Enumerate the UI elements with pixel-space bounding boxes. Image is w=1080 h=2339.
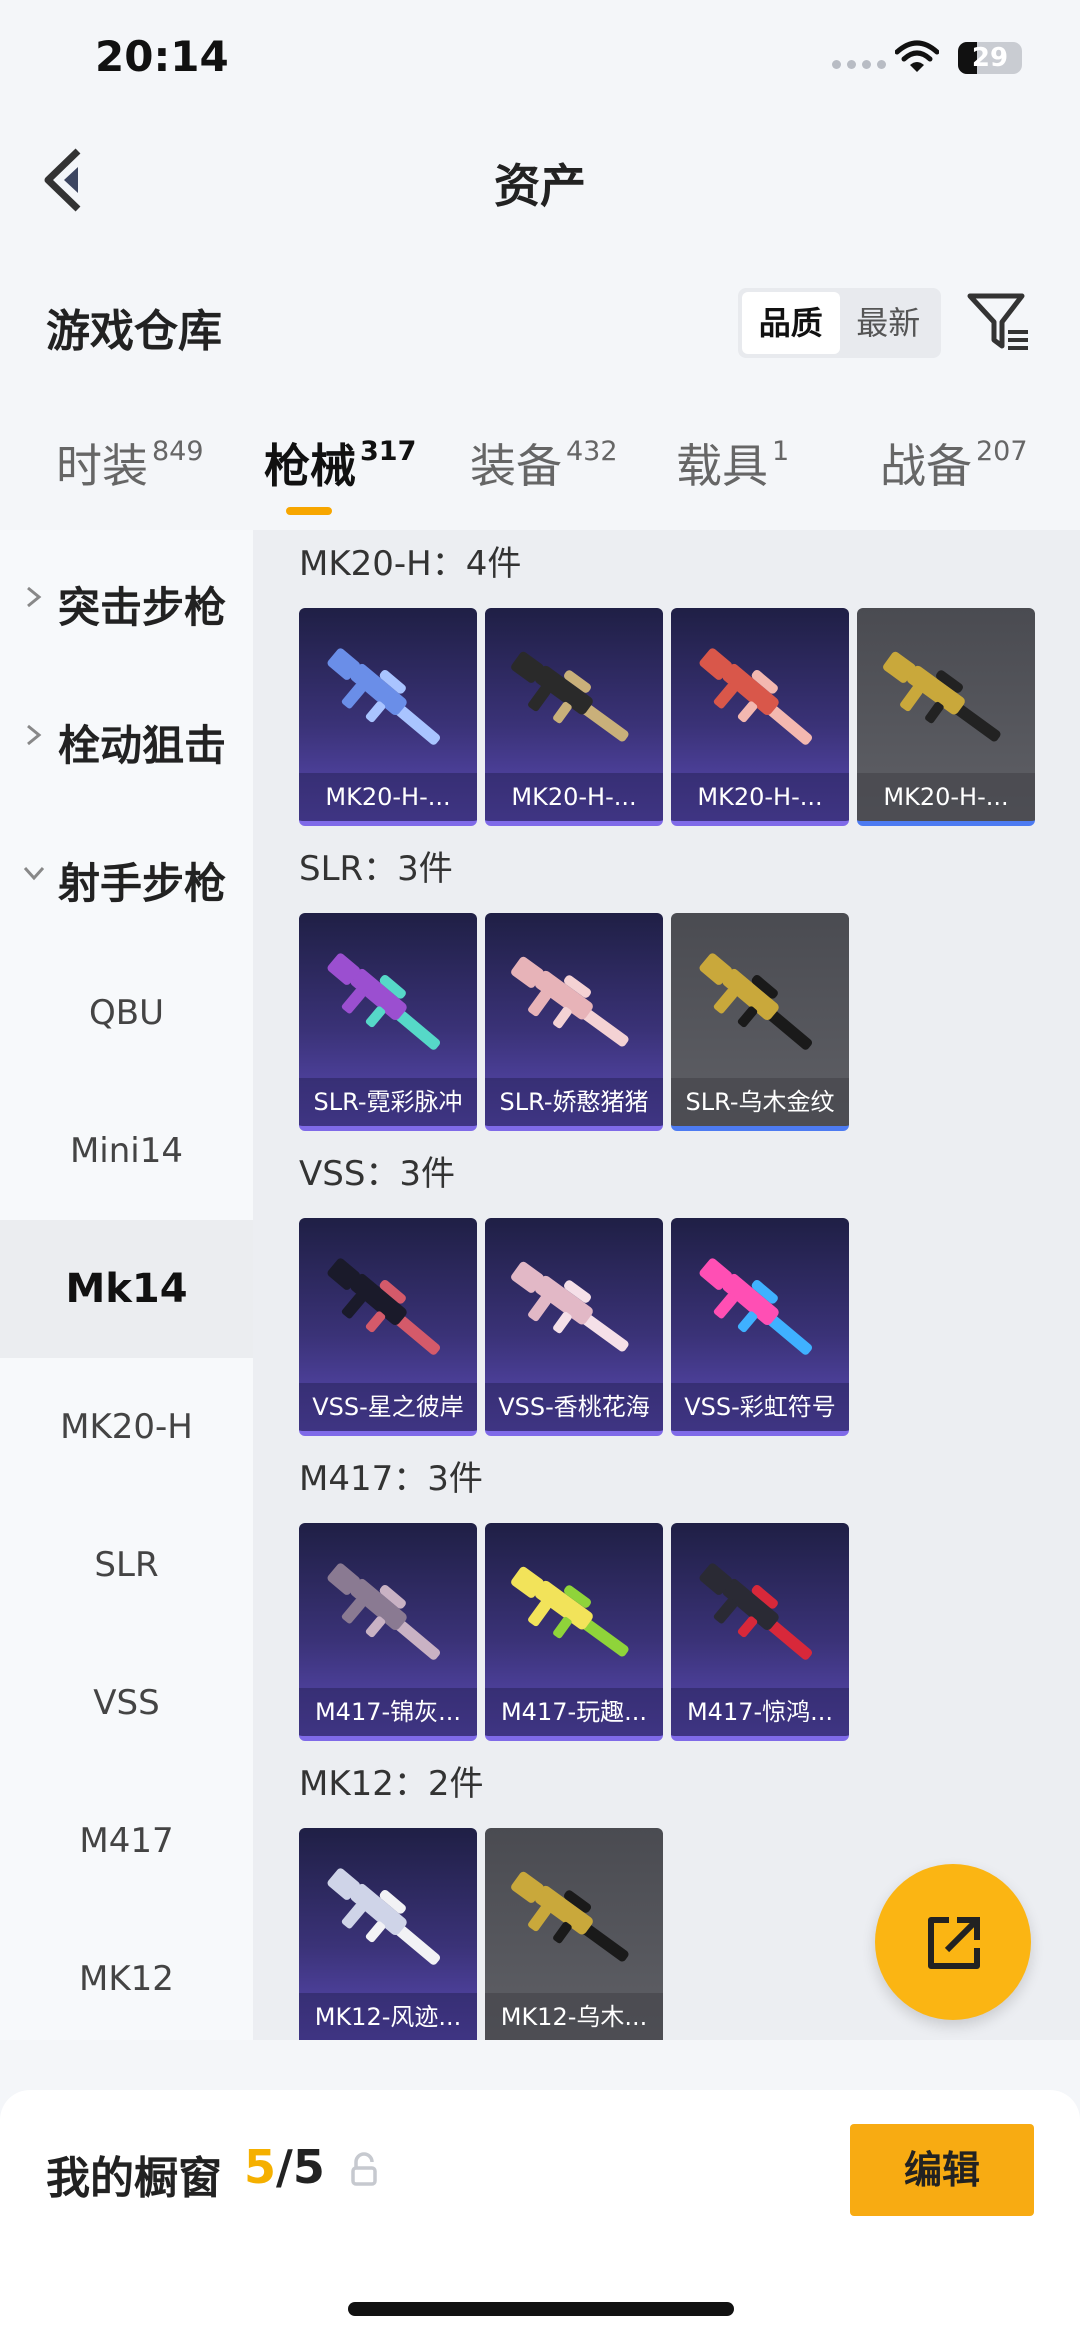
gun-skin-image [327,953,441,1050]
status-time: 20:14 [95,32,229,81]
group-title-mk20-h: MK20-H：4件 [299,544,522,584]
skin-name: VSS-彩虹符号 [671,1383,849,1431]
wifi-icon [895,40,939,72]
battery-level: 29 [971,43,1009,73]
skin-name: MK20-H-... [857,773,1035,821]
sidenav-category-dmr[interactable]: 射手步枪 [0,850,253,910]
skin-name: M417-惊鸿... [671,1688,849,1736]
sidenav-item-qbu[interactable]: QBU [0,944,253,1082]
page-title: 资产 [494,159,586,213]
skin-card[interactable]: SLR-娇憨猪猪 [485,913,663,1131]
group-title-m417: M417：3件 [299,1459,483,1499]
gun-skin-image [327,1563,441,1660]
sort-option-newest[interactable]: 最新 [840,292,938,354]
skin-card[interactable]: MK20-H-... [299,608,477,826]
gun-skin-image [699,953,813,1050]
group-title-vss: VSS：3件 [299,1154,456,1194]
skin-name: MK12-风迹... [299,1993,477,2040]
skin-card[interactable]: VSS-星之彼岸 [299,1218,477,1436]
tab-equipment[interactable]: 装备 432 [470,430,618,496]
skin-name: M417-玩趣... [485,1688,663,1736]
gun-skin-image [511,956,629,1047]
skin-name: SLR-霓彩脉冲 [299,1078,477,1126]
skin-card[interactable]: MK12-乌木... [485,1828,663,2040]
gun-skin-image [327,648,441,745]
skin-card[interactable]: MK20-H-... [485,608,663,826]
share-icon [928,1917,980,1969]
sidenav-item-slr[interactable]: SLR [0,1496,253,1634]
gun-skin-image [327,1258,441,1355]
skin-name: MK20-H-... [299,773,477,821]
skin-card[interactable]: VSS-彩虹符号 [671,1218,849,1436]
sidenav-item-mk20-h[interactable]: MK20-H [0,1358,253,1496]
skin-name: SLR-乌木金纹 [671,1078,849,1126]
skin-name: MK12-乌木... [485,1993,663,2040]
sidenav-item-mk12[interactable]: MK12 [0,1910,253,2048]
chevron-down-icon [23,866,45,881]
gun-skin-image [511,1871,629,1962]
tab-combat-supplies[interactable]: 战备 207 [880,430,1028,496]
battery-icon: 29 [958,42,1022,74]
sidenav-item-mk14[interactable]: Mk14 [0,1220,253,1358]
section-title: 游戏仓库 [46,306,222,357]
gun-skin-image [699,648,813,745]
chevron-right-icon [27,586,42,608]
tab-firearms[interactable]: 枪械 317 [264,430,416,496]
gun-skin-image [511,1261,629,1352]
showcase-count: 5/5 [244,2140,325,2194]
skin-card[interactable]: M417-锦灰... [299,1523,477,1741]
gun-skin-image [699,1563,813,1660]
sidenav-category-assault-rifle[interactable]: 突击步枪 [0,574,253,634]
sidenav-item-m417[interactable]: M417 [0,1772,253,1910]
share-button[interactable] [875,1864,1031,2020]
chevron-right-icon [27,724,42,746]
tab-vehicles[interactable]: 载具 1 [676,430,789,496]
skin-card[interactable]: SLR-乌木金纹 [671,913,849,1131]
sort-option-quality[interactable]: 品质 [742,292,840,354]
home-indicator [348,2302,734,2316]
gun-skin-image [699,1258,813,1355]
active-tab-indicator [286,507,332,515]
showcase-label: 我的橱窗 [46,2153,222,2204]
skin-card[interactable]: VSS-香桃花海 [485,1218,663,1436]
skin-name: MK20-H-... [485,773,663,821]
skin-card[interactable]: MK20-H-... [671,608,849,826]
skin-card[interactable]: MK20-H-... [857,608,1035,826]
group-title-mk12: MK12：2件 [299,1764,484,1804]
gun-skin-image [883,651,1001,742]
skin-name: VSS-星之彼岸 [299,1383,477,1431]
skin-name: MK20-H-... [671,773,849,821]
status-bar: 20:14 29 [0,0,1080,120]
lock-icon [351,2152,377,2186]
edit-button[interactable]: 编辑 [850,2124,1034,2216]
filter-icon[interactable] [966,290,1032,356]
cellular-signal-icon [832,60,886,69]
tab-fashion[interactable]: 时装 849 [56,430,204,496]
skin-card[interactable]: SLR-霓彩脉冲 [299,913,477,1131]
item-grid: MK20-H：4件 MK20-H-... MK20-H-... MK20-H-... M… [253,530,1080,2040]
skin-card[interactable]: M417-玩趣... [485,1523,663,1741]
gun-skin-image [327,1868,441,1965]
skin-card[interactable]: M417-惊鸿... [671,1523,849,1741]
sidenav-item-vss[interactable]: VSS [0,1634,253,1772]
gun-skin-image [511,1566,629,1657]
skin-name: M417-锦灰... [299,1688,477,1736]
sidenav-category-bolt-sniper[interactable]: 栓动狙击 [0,712,253,772]
sort-toggle[interactable]: 品质 最新 [738,288,941,358]
sidenav-item-mini14[interactable]: Mini14 [0,1082,253,1220]
category-tabs: 时装 849 枪械 317 装备 432 载具 1 战备 207 [0,430,1080,520]
gun-skin-image [511,651,629,742]
skin-card[interactable]: MK12-风迹... [299,1828,477,2040]
skin-name: SLR-娇憨猪猪 [485,1078,663,1126]
sidenav: 突击步枪 栓动狙击 射手步枪 QBU Mini14 Mk14 MK20-H SL… [0,530,253,2040]
group-title-slr: SLR：3件 [299,849,453,889]
skin-name: VSS-香桃花海 [485,1383,663,1431]
